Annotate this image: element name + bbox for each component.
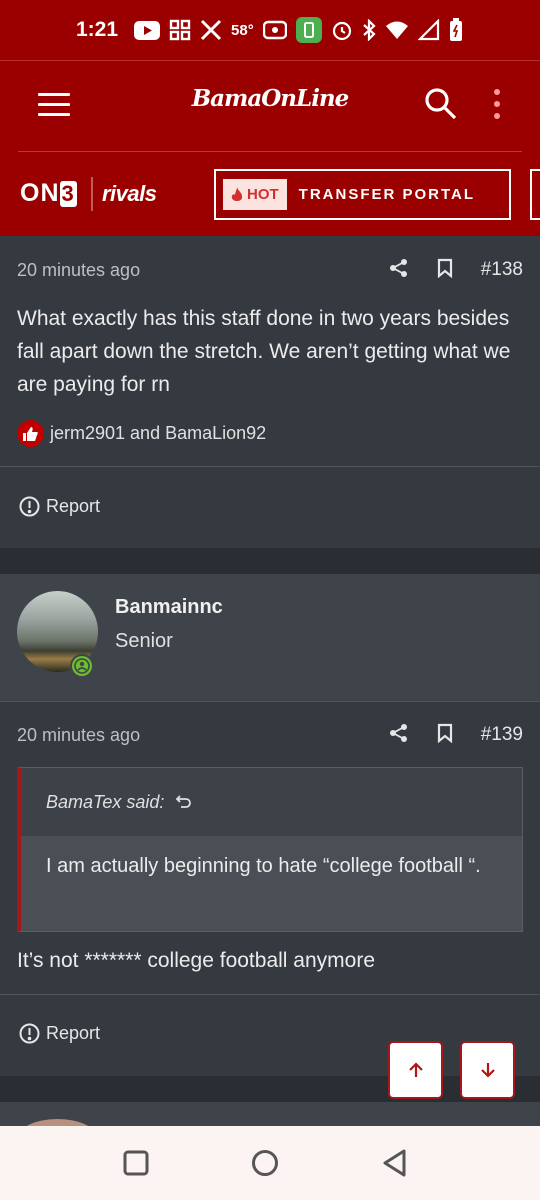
- arrow-down-icon: [480, 1063, 495, 1078]
- post-time[interactable]: 20 minutes ago: [17, 260, 140, 281]
- quote-block: BamaTex said: I am actually beginning to…: [17, 767, 523, 932]
- reactions-summary[interactable]: jerm2901 and BamaLion92: [17, 420, 266, 447]
- scroll-down-button[interactable]: [460, 1041, 515, 1099]
- report-button[interactable]: Report: [19, 1023, 100, 1044]
- system-nav-bar: [0, 1126, 540, 1200]
- arrow-up-icon: [408, 1062, 423, 1077]
- hot-badge: HOT: [223, 179, 287, 210]
- app-header: BamaOnLine ON3 rivals HOT TRANSFER PORTA…: [0, 60, 540, 236]
- status-time: 1:21: [76, 18, 119, 41]
- logo-divider: [91, 177, 93, 211]
- transfer-portal-button[interactable]: HOT TRANSFER PORTAL: [214, 169, 511, 220]
- author-name[interactable]: Banmainnc: [115, 596, 223, 619]
- post-time[interactable]: 20 minutes ago: [17, 725, 140, 746]
- share-icon[interactable]: [389, 723, 409, 748]
- rivals-logo[interactable]: rivals: [102, 181, 157, 207]
- temperature-label: 58°: [231, 21, 254, 39]
- site-logo[interactable]: BamaOnLine: [0, 85, 540, 112]
- report-button[interactable]: Report: [19, 496, 100, 517]
- report-label: Report: [46, 496, 101, 516]
- cast-icon: [262, 19, 287, 41]
- youtube-icon: [134, 19, 161, 41]
- reactions-users: jerm2901 and BamaLion92: [50, 423, 267, 443]
- post-body: What exactly has this staff done in two …: [17, 307, 511, 396]
- apps-grid-icon: [169, 19, 191, 41]
- signal-icon: [417, 19, 440, 41]
- online-status-icon: [70, 654, 94, 678]
- post-author-panel: Banmainnc Senior: [0, 574, 540, 701]
- divider: [0, 994, 540, 995]
- like-icon: [17, 420, 44, 447]
- post-number[interactable]: #139: [481, 724, 523, 746]
- report-label: Report: [46, 1023, 101, 1043]
- post-body: It’s not ******* college football anymor…: [17, 949, 375, 972]
- quote-text: I am actually beginning to hate “college…: [21, 836, 522, 931]
- post-meta: 20 minutes ago #138: [17, 256, 523, 284]
- bookmark-icon[interactable]: [437, 258, 453, 283]
- header-divider: [18, 151, 522, 152]
- wifi-icon: [385, 19, 409, 41]
- battery-saver-icon: [295, 17, 322, 43]
- report-icon: [19, 1023, 40, 1044]
- quote-header[interactable]: BamaTex said:: [21, 768, 522, 836]
- post-separator: [0, 548, 540, 574]
- scroll-up-button[interactable]: [388, 1041, 443, 1099]
- hot-badge-label: HOT: [247, 186, 279, 203]
- post-separator: [0, 1076, 540, 1102]
- x-logo-icon: [200, 19, 222, 41]
- post-meta: 20 minutes ago #139: [17, 721, 523, 749]
- status-bar: 1:21 58°: [0, 0, 540, 60]
- report-icon: [19, 496, 40, 517]
- search-icon[interactable]: [424, 87, 458, 121]
- divider: [0, 701, 540, 702]
- next-promo-button[interactable]: [530, 169, 540, 220]
- more-options-icon[interactable]: [490, 89, 504, 121]
- alarm-icon: [331, 19, 353, 41]
- divider: [0, 466, 540, 467]
- next-post-author-panel: [0, 1102, 540, 1159]
- battery-icon: [449, 18, 463, 41]
- quote-author: BamaTex said:: [46, 791, 165, 812]
- bookmark-icon[interactable]: [437, 723, 453, 748]
- go-to-quote-icon: [176, 795, 192, 808]
- post-number[interactable]: #138: [481, 259, 523, 281]
- author-rank: Senior: [115, 630, 173, 652]
- recents-icon[interactable]: [119, 1146, 153, 1180]
- home-icon[interactable]: [248, 1146, 282, 1180]
- transfer-portal-label: TRANSFER PORTAL: [298, 186, 476, 203]
- share-icon[interactable]: [389, 258, 409, 283]
- bluetooth-icon: [362, 19, 376, 41]
- on3-logo[interactable]: ON3: [20, 179, 77, 208]
- flame-icon: [231, 186, 243, 201]
- back-icon[interactable]: [377, 1146, 411, 1180]
